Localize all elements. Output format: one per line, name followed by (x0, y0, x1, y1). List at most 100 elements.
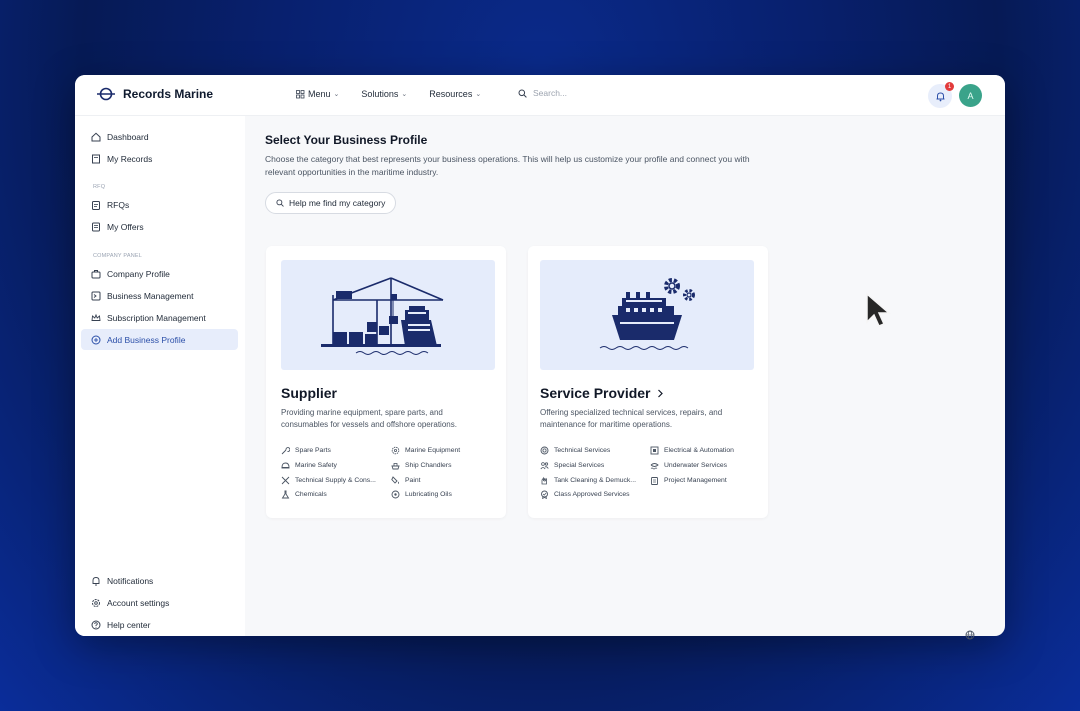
supplier-tag: Paint (391, 476, 421, 485)
clipboard-icon (92, 200, 100, 210)
service-provider-title-text: Service Provider (540, 385, 651, 401)
sidebar-item-business-management[interactable]: Business Management (81, 285, 238, 306)
notification-count-badge: 1 (945, 82, 954, 91)
sidebar-item-help-center[interactable]: Help center (81, 614, 238, 635)
service-tag: Electrical & Automation (650, 446, 734, 455)
supplier-tag: Ship Chandlers (391, 461, 451, 470)
sidebar-item-label: My Records (107, 153, 153, 164)
supplier-tag: Spare Parts (281, 446, 331, 455)
sidebar-item-label: Company Profile (107, 268, 170, 279)
service-tag: Tank Cleaning & Demuck... (540, 476, 636, 485)
briefcase-icon (91, 269, 101, 278)
sidebar-item-label: Account settings (107, 597, 170, 608)
sidebar-item-label: Help center (107, 619, 151, 630)
supplier-description: Providing marine equipment, spare parts,… (281, 408, 457, 429)
app-window: Records Marine Menu ⌄ Solutions ⌄ Resour… (75, 75, 1005, 636)
service-provider-title: Service Provider (540, 385, 664, 401)
document-icon (92, 222, 100, 231)
chevron-down-icon: ⌄ (401, 91, 408, 98)
search-placeholder: Search... (533, 88, 568, 98)
main-content: Select Your Business Profile Choose the … (245, 116, 1005, 636)
user-avatar[interactable]: A (959, 84, 982, 107)
terminal-icon (91, 291, 101, 300)
supplier-card[interactable]: Supplier Providing marine equipment, spa… (266, 246, 506, 518)
help-find-category-button[interactable]: Help me find my category (265, 192, 397, 214)
search-icon (518, 89, 527, 98)
supplier-tag: Chemicals (281, 490, 327, 499)
sidebar-item-label: Dashboard (107, 131, 149, 142)
sidebar-item-label: Add Business Profile (107, 334, 186, 345)
page-title: Select Your Business Profile (265, 133, 428, 147)
supplier-tag: Marine Equipment (391, 446, 460, 455)
flask-icon (281, 490, 290, 499)
oil-drop-icon (391, 490, 400, 499)
supplier-illustration (281, 260, 495, 370)
supplier-title-text: Supplier (281, 385, 338, 401)
clipboard-icon (651, 477, 658, 485)
service-provider-card[interactable]: Service Provider Offering specialized te… (528, 246, 768, 518)
target-icon (540, 446, 549, 455)
help-button-label: Help me find my category (289, 198, 386, 208)
people-icon (540, 462, 549, 470)
sidebar-item-company-profile[interactable]: Company Profile (81, 263, 238, 284)
service-tag: Technical Services (540, 446, 610, 455)
sidebar-item-subscription-management[interactable]: Subscription Management (81, 307, 238, 328)
chevron-down-icon: ⌄ (475, 91, 482, 98)
tools-icon (281, 476, 290, 485)
chevron-right-icon (657, 389, 663, 397)
globe-icon[interactable] (965, 630, 975, 640)
nav-menu[interactable]: Menu ⌄ (296, 89, 339, 99)
service-tag: Project Management (650, 476, 727, 485)
sidebar-item-label: Notifications (107, 575, 154, 586)
sidebar-item-label: RFQs (107, 199, 130, 210)
service-provider-illustration (540, 260, 754, 370)
wrench-icon (281, 447, 290, 455)
brand-logo[interactable]: Records Marine (97, 87, 213, 101)
paint-icon (391, 476, 399, 484)
nav-resources-label: Resources (429, 89, 473, 99)
bell-icon (92, 576, 100, 586)
nav-menu-label: Menu (308, 89, 331, 99)
supplier-title: Supplier (281, 385, 337, 401)
ship-with-gears-icon (599, 278, 695, 350)
supplier-tag: Lubricating Oils (391, 490, 452, 499)
helmet-icon (281, 462, 290, 469)
plus-circle-icon (91, 335, 101, 344)
bookmark-icon (92, 154, 100, 163)
menu-grid-icon (296, 89, 305, 98)
sidebar-item-account-settings[interactable]: Account settings (81, 592, 238, 613)
sidebar-item-rfqs[interactable]: RFQs (81, 194, 238, 215)
supplier-tag: Technical Supply & Cons... (281, 476, 376, 485)
help-circle-icon (91, 620, 101, 629)
notifications-button[interactable]: 1 (928, 82, 954, 108)
search-box[interactable]: Search... (518, 88, 567, 98)
main-nav: Menu ⌄ Solutions ⌄ Resources ⌄ (296, 89, 481, 99)
supplier-tag: Marine Safety (281, 461, 337, 470)
hand-tool-icon (541, 476, 547, 485)
crown-icon (91, 313, 101, 321)
sidebar: Dashboard My Records RFQ RFQs My Offers … (75, 116, 245, 636)
mouse-cursor-icon (866, 292, 892, 327)
sidebar-item-add-business-profile[interactable]: Add Business Profile (81, 329, 238, 350)
port-crane-icon (321, 277, 444, 355)
nav-resources[interactable]: Resources ⌄ (429, 89, 481, 99)
sidebar-item-dashboard[interactable]: Dashboard (81, 126, 238, 147)
sidebar-section-rfq: RFQ (93, 184, 106, 190)
top-bar: Records Marine Menu ⌄ Solutions ⌄ Resour… (75, 75, 1005, 116)
sidebar-item-my-offers[interactable]: My Offers (81, 216, 238, 237)
service-tag: Underwater Services (650, 461, 727, 470)
nav-solutions[interactable]: Solutions ⌄ (361, 89, 407, 99)
sidebar-item-label: Subscription Management (107, 312, 206, 323)
ship-icon (391, 463, 400, 470)
gear-icon (92, 598, 100, 607)
bell-icon (936, 91, 944, 101)
brand-name: Records Marine (123, 87, 214, 101)
circuit-icon (650, 446, 659, 455)
sidebar-item-label: My Offers (107, 221, 144, 232)
chevron-down-icon: ⌄ (333, 91, 340, 98)
diver-icon (650, 463, 659, 470)
sidebar-section-company-panel: COMPANY PANEL (93, 253, 143, 259)
sidebar-item-notifications[interactable]: Notifications (81, 570, 238, 591)
records-marine-logo-icon (97, 87, 115, 101)
sidebar-item-my-records[interactable]: My Records (81, 148, 238, 169)
